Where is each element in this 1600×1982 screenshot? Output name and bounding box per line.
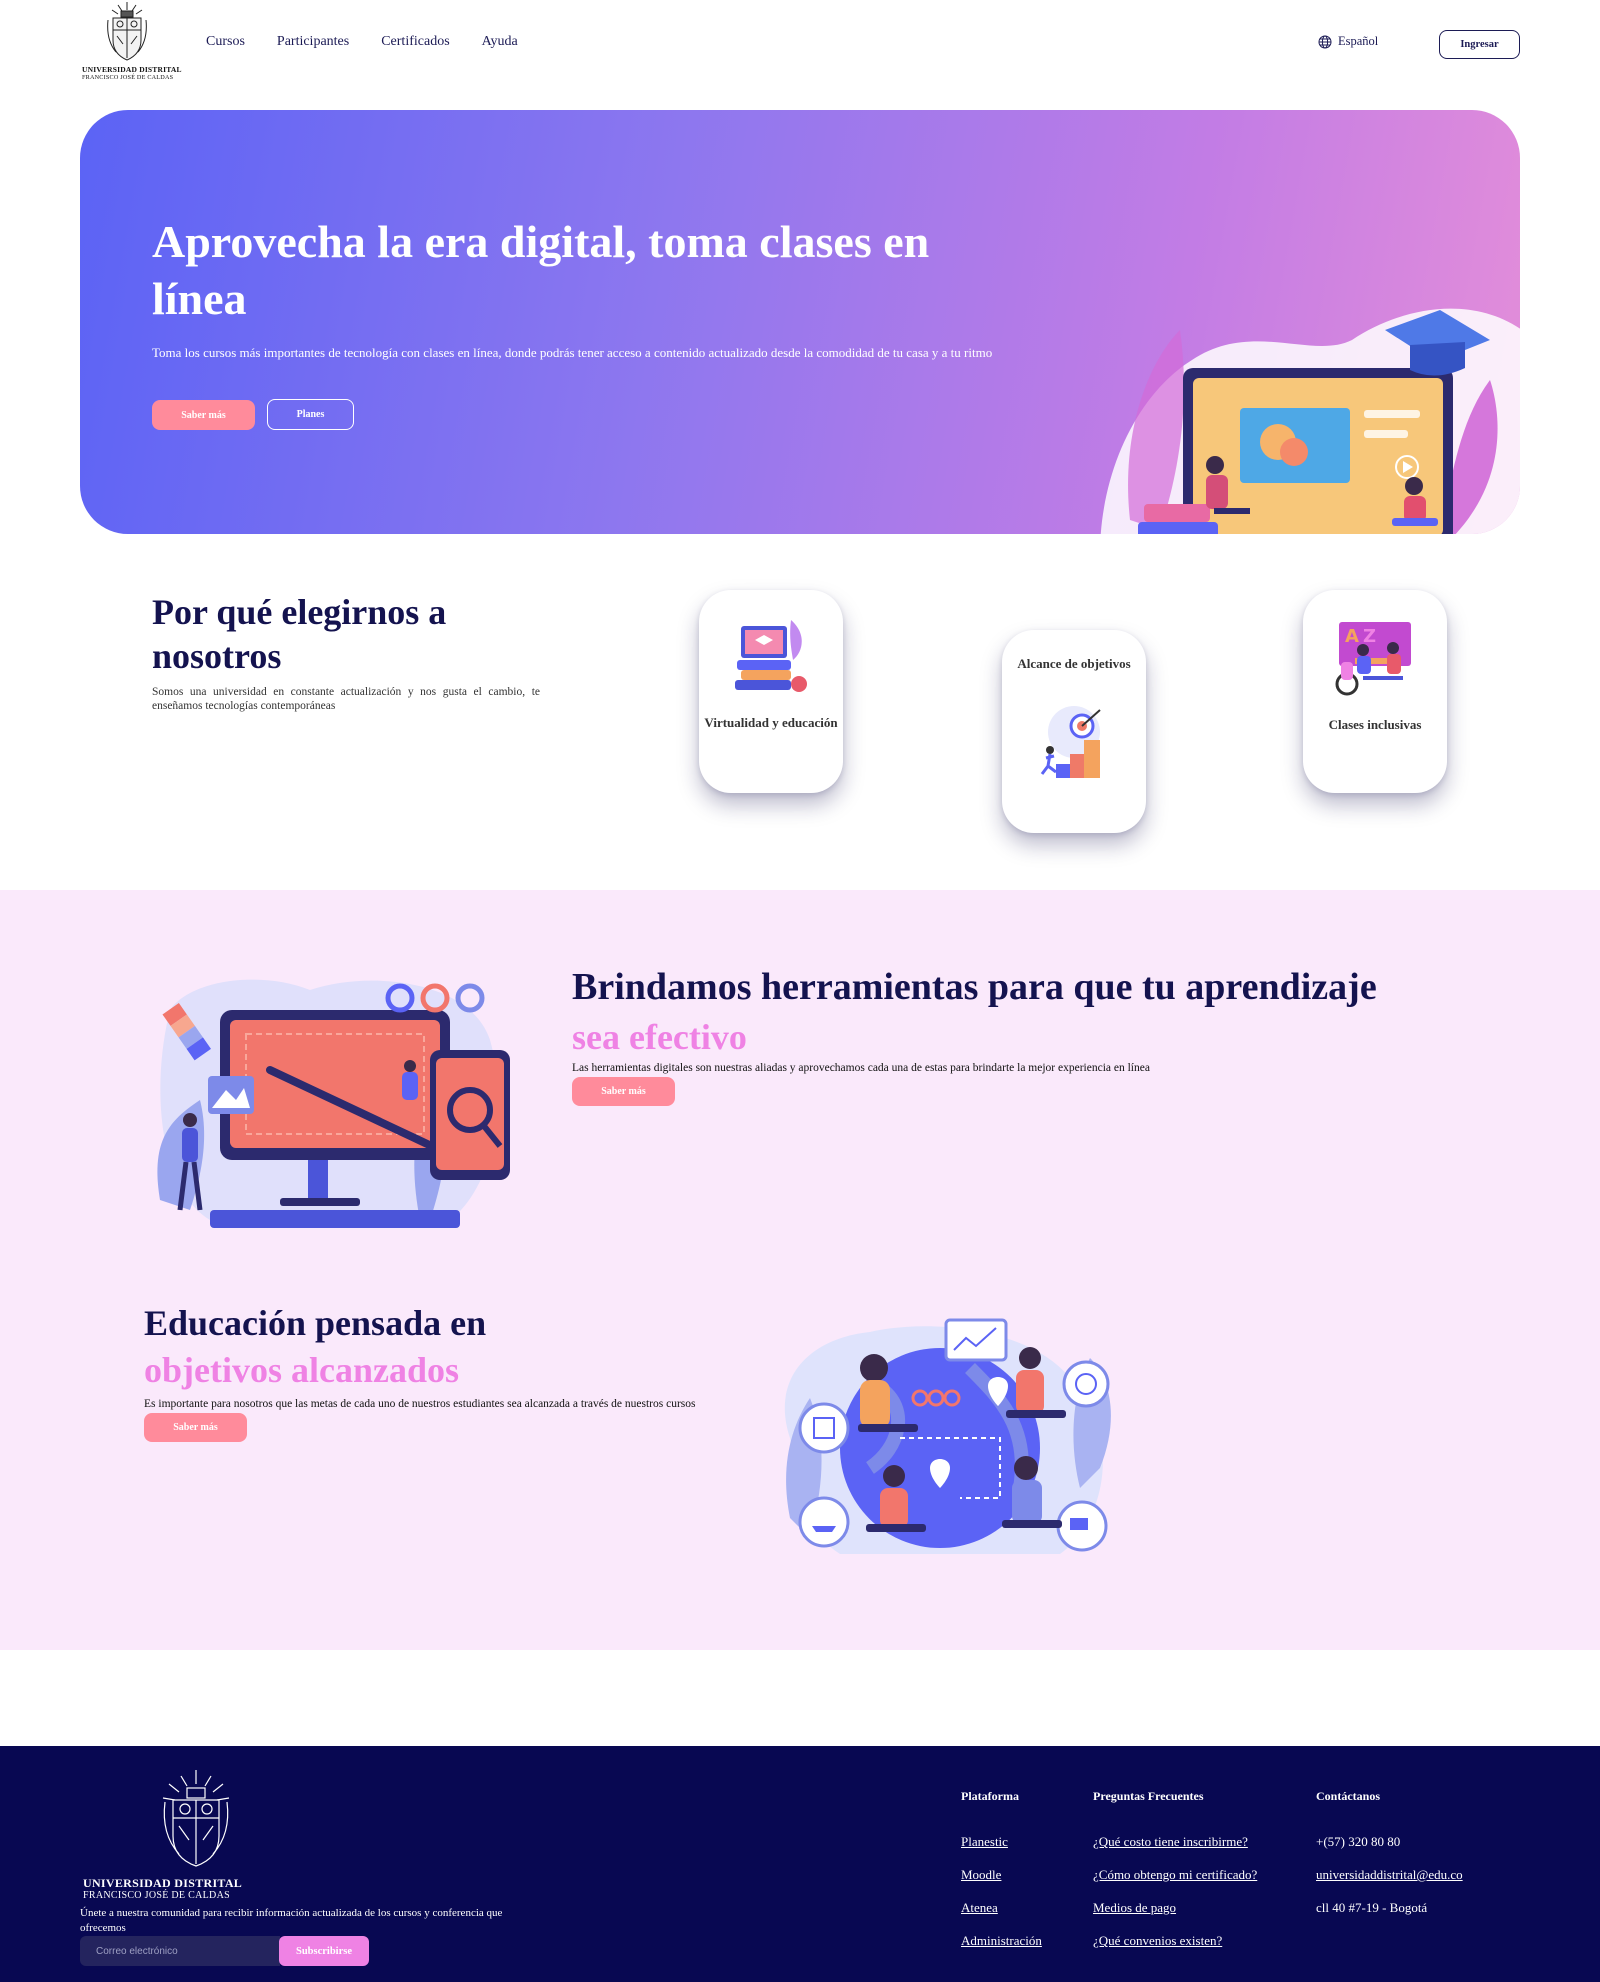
tools-learn-more-button[interactable]: Saber más <box>572 1077 675 1106</box>
footer-link-moodle[interactable]: Moodle <box>961 1867 1042 1883</box>
footer-link-planestic[interactable]: Planestic <box>961 1834 1042 1850</box>
hero-subtitle: Toma los cursos más importantes de tecno… <box>152 345 993 360</box>
footer-logo-line-1: UNIVERSIDAD DISTRITAL <box>83 1876 243 1890</box>
footer-link-certificate[interactable]: ¿Cómo obtengo mi certificado? <box>1093 1867 1257 1883</box>
globe-icon <box>1318 35 1332 48</box>
footer-link-cost[interactable]: ¿Qué costo tiene inscribirme? <box>1093 1834 1257 1850</box>
footer-email-link[interactable]: universidaddistrital@edu.co <box>1316 1867 1463 1883</box>
footer-crest-icon <box>162 1770 230 1867</box>
education-learn-more-button[interactable]: Saber más <box>144 1413 247 1442</box>
hero-banner: Aprovecha la era digital, toma clases en… <box>80 110 1520 534</box>
education-subtitle: Es importante para nosotros que las meta… <box>144 1398 696 1410</box>
global-collaboration-illustration <box>784 1318 1111 1554</box>
card-label-objectives: Alcance de objetivos <box>1017 656 1131 671</box>
nav-cursos[interactable]: Cursos <box>206 34 245 50</box>
hero-learn-more-button[interactable]: Saber más <box>152 400 255 430</box>
feature-card-objectives[interactable]: Alcance de objetivos <box>1002 630 1146 833</box>
tools-title: Brindamos herramientas para que tu apren… <box>572 966 1377 1008</box>
university-logo[interactable]: UNIVERSIDAD DISTRITAL FRANCISCO JOSÉ DE … <box>82 0 182 84</box>
footer-link-atenea[interactable]: Atenea <box>961 1900 1042 1916</box>
language-selector[interactable]: Español <box>1318 34 1378 49</box>
newsletter-email-input[interactable] <box>80 1936 280 1966</box>
why-us-subtitle: Somos una universidad en constante actua… <box>152 686 540 712</box>
logo-line-2: FRANCISCO JOSÉ DE CALDAS <box>82 74 174 81</box>
footer-address: cll 40 #7-19 - Bogotá <box>1316 1900 1428 1915</box>
card-label-virtuality: Virtualidad y educación <box>704 715 838 730</box>
education-title: Educación pensada en <box>144 1303 487 1343</box>
footer-phone: +(57) 320 80 80 <box>1316 1834 1401 1849</box>
nav-certificados[interactable]: Certificados <box>381 34 449 50</box>
svg-text:Z: Z <box>1363 626 1376 647</box>
tools-subtitle: Las herramientas digitales son nuestras … <box>572 1062 1150 1074</box>
education-highlight: objetivos alcanzados <box>144 1350 459 1390</box>
footer-faq-title: Preguntas Frecuentes <box>1093 1789 1204 1803</box>
feature-card-virtuality[interactable]: Virtualidad y educación <box>699 590 843 793</box>
login-button[interactable]: Ingresar <box>1439 30 1520 59</box>
site-header: UNIVERSIDAD DISTRITAL FRANCISCO JOSÉ DE … <box>0 0 1600 92</box>
why-us-title: Por qué elegirnos a nosotros <box>152 592 447 676</box>
svg-text:A: A <box>1345 626 1359 647</box>
site-footer: UNIVERSIDAD DISTRITAL FRANCISCO JOSÉ DE … <box>0 1746 1600 1982</box>
feature-card-inclusive[interactable]: A Z Clases inclusivas <box>1303 590 1447 793</box>
footer-contact-column: Contáctanos +(57) 320 80 80 universidadd… <box>1316 1789 1463 1933</box>
tools-highlight: sea efectivo <box>572 1017 747 1057</box>
card-label-inclusive: Clases inclusivas <box>1328 717 1422 732</box>
hero-plans-button[interactable]: Planes <box>267 399 354 430</box>
target-stairs-icon <box>1040 706 1101 778</box>
newsletter-text: Únete a nuestra comunidad para recibir i… <box>80 1907 503 1934</box>
nav-participantes[interactable]: Participantes <box>277 34 349 50</box>
footer-link-agreements[interactable]: ¿Qué convenios existen? <box>1093 1933 1257 1949</box>
inclusive-class-icon: A Z <box>1335 622 1411 696</box>
hero-title: Aprovecha la era digital, toma clases en… <box>152 216 930 324</box>
footer-link-administracion[interactable]: Administración <box>961 1933 1042 1949</box>
books-laptop-icon <box>735 620 807 692</box>
footer-platform-title: Plataforma <box>961 1789 1019 1803</box>
footer-faq-column: Preguntas Frecuentes ¿Qué costo tiene in… <box>1093 1789 1257 1966</box>
footer-contact-title: Contáctanos <box>1316 1789 1381 1803</box>
crest-icon <box>107 2 147 61</box>
footer-platform-column: Plataforma Planestic Moodle Atenea Admin… <box>961 1789 1042 1966</box>
footer-logo-line-2: FRANCISCO JOSÉ DE CALDAS <box>83 1890 230 1901</box>
design-tools-illustration <box>157 979 510 1228</box>
subscribe-button[interactable]: Subscribirse <box>279 1936 369 1966</box>
online-class-illustration <box>1128 310 1498 534</box>
language-label: Español <box>1338 34 1379 48</box>
footer-link-payment[interactable]: Medios de pago <box>1093 1900 1257 1916</box>
main-nav: Cursos Participantes Certificados Ayuda <box>206 34 518 50</box>
nav-ayuda[interactable]: Ayuda <box>482 34 518 50</box>
logo-line-1: UNIVERSIDAD DISTRITAL <box>82 65 182 74</box>
